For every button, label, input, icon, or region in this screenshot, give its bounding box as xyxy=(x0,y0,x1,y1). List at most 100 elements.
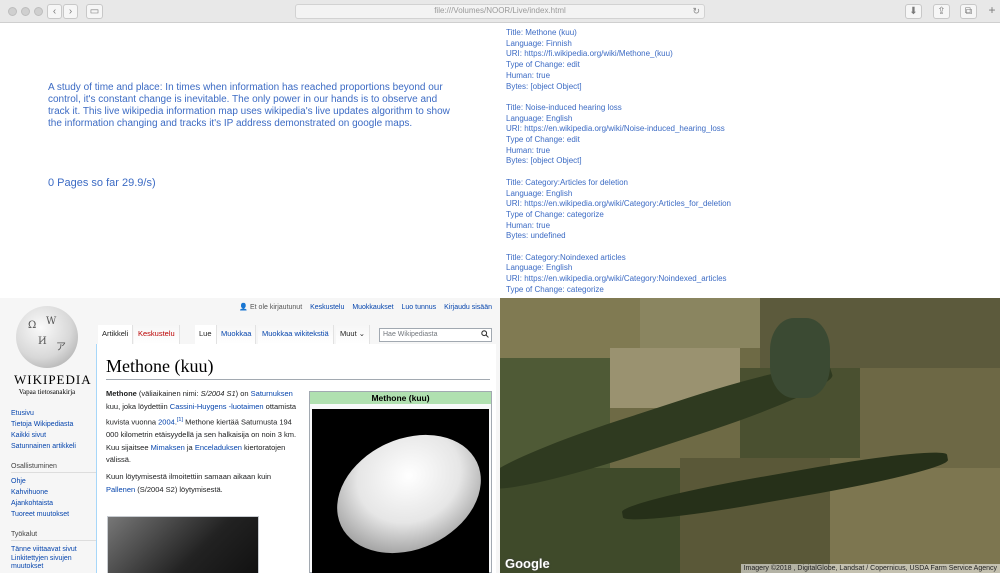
log-language: Language: Finnish xyxy=(506,38,572,48)
sidebar-item-ohje[interactable]: Ohje xyxy=(11,476,99,487)
sidebar-item-kahvihuone[interactable]: Kahvihuone xyxy=(11,487,99,498)
wikipedia-logo[interactable]: ΩWИア Wikipedia Vapaa tietosanakirja xyxy=(14,306,92,396)
download-icon: ⬇ xyxy=(909,6,918,17)
tab-edit-source[interactable]: Muokkaa wikitekstiä xyxy=(258,325,334,344)
log-entry: Title: Noise-induced hearing loss Langua… xyxy=(506,103,996,167)
paragraph: Methone (väliaikainen nimi: S/2004 S1) o… xyxy=(106,389,297,465)
sidebar-item-related-changes[interactable]: Linkitettyjen sivujen muutokset xyxy=(11,555,99,571)
talk-link[interactable]: Keskustelu xyxy=(310,304,344,311)
lake xyxy=(770,318,830,398)
text: (S/2004 S2) löytymisestä. xyxy=(135,485,223,495)
satellite-map[interactable]: Google Imagery ©2018 , DigitalGlobe, Lan… xyxy=(500,298,1000,573)
log-language: Language: English xyxy=(506,263,573,273)
share-button[interactable]: ⇪ xyxy=(933,4,950,19)
wikipedia-frame: 👤 Et ole kirjautunut Keskustelu Muokkauks… xyxy=(0,298,500,573)
sidebar-nav: Etusivu Tietoja Wikipediasta Kaikki sivu… xyxy=(11,408,99,571)
log-title: Title: Category:Noindexed articles xyxy=(506,252,626,262)
tab-article[interactable]: Artikkeli xyxy=(98,325,134,344)
sidebar-item-kaikki-sivut[interactable]: Kaikki sivut xyxy=(11,430,99,441)
log-type: Type of Change: edit xyxy=(506,135,580,145)
zoom-window-button[interactable] xyxy=(34,7,43,16)
downloads-button[interactable]: ⬇ xyxy=(905,4,922,19)
search-input[interactable]: Hae Wikipediasta xyxy=(379,328,492,342)
tabs-overview-button[interactable]: ⧉ xyxy=(960,4,977,19)
link-2004[interactable]: 2004 xyxy=(158,417,175,426)
log-human: Human: true xyxy=(506,220,551,230)
sidebar-item-what-links-here[interactable]: Tänne viittaavat sivut xyxy=(11,544,99,555)
change-log: Title: Methone (kuu) Language: Finnish U… xyxy=(506,28,996,295)
log-entry: Title: Category:Noindexed articles Langu… xyxy=(506,253,996,295)
map-field xyxy=(640,298,760,348)
forward-button[interactable]: › xyxy=(63,4,78,19)
log-language: Language: English xyxy=(506,113,573,123)
logo-tagline: Vapaa tietosanakirja xyxy=(18,388,76,396)
text: Kuun löytymisestä ilmoitettiin samaan ai… xyxy=(106,472,272,482)
tab-edit[interactable]: Muokkaa xyxy=(217,325,257,344)
article-body: Methone (väliaikainen nimi: S/2004 S1) o… xyxy=(106,388,301,501)
page-tabs: Artikkeli Keskustelu Lue Muokkaa Muokkaa… xyxy=(98,325,493,344)
sidebar-item-tietoja[interactable]: Tietoja Wikipediasta xyxy=(11,419,99,430)
sidebar-button[interactable]: ▭ xyxy=(86,4,103,19)
link-enceladus[interactable]: Enceladuksen xyxy=(195,443,242,452)
back-button[interactable]: ‹ xyxy=(47,4,62,19)
logo-wordmark: Wikipedia xyxy=(14,372,92,387)
log-uri: URI: https://fi.wikipedia.org/wiki/Metho… xyxy=(506,49,673,59)
tab-talk[interactable]: Keskustelu xyxy=(134,325,180,344)
tabs-icon: ⧉ xyxy=(964,6,973,17)
sidebar-item-tuoreet-muutokset[interactable]: Tuoreet muutokset xyxy=(11,509,99,520)
link-cassini[interactable]: Cassini-Huygens -luotaimen xyxy=(170,402,264,411)
tab-more[interactable]: Muut ⌄ xyxy=(336,325,371,344)
login-link[interactable]: Kirjaudu sisään xyxy=(444,304,492,311)
create-account-link[interactable]: Luo tunnus xyxy=(402,304,437,311)
log-human: Human: true xyxy=(506,70,551,80)
reload-icon[interactable]: ↻ xyxy=(692,6,700,17)
provisional-name: S/2004 S1 xyxy=(200,389,236,398)
sidebar-item-satunnainen[interactable]: Satunnainen artikkeli xyxy=(11,441,99,452)
text: kuu, joka löydettiin xyxy=(106,401,170,411)
sidebar-heading-participate: Osallistuminen xyxy=(11,461,99,473)
log-uri: URI: https://en.wikipedia.org/wiki/Noise… xyxy=(506,124,725,134)
tab-read[interactable]: Lue xyxy=(195,325,217,344)
moon-graphic xyxy=(317,412,489,573)
text: ) on xyxy=(235,389,251,398)
globe-icon: ΩWИア xyxy=(16,306,78,368)
contributions-link[interactable]: Muokkaukset xyxy=(352,304,393,311)
log-title: Title: Category:Articles for deletion xyxy=(506,177,628,187)
log-entry: Title: Category:Articles for deletion La… xyxy=(506,178,996,242)
text: (väliaikainen nimi: xyxy=(136,389,201,398)
sidebar-heading-tools: Työkalut xyxy=(11,529,99,541)
link-mimas[interactable]: Mimaksen xyxy=(151,443,185,452)
log-uri: URI: https://en.wikipedia.org/wiki/Categ… xyxy=(506,274,727,284)
sidebar-item-ajankohtaista[interactable]: Ajankohtaista xyxy=(11,498,99,509)
log-type: Type of Change: edit xyxy=(506,60,580,70)
log-bytes: Bytes: undefined xyxy=(506,231,566,241)
methone-image[interactable] xyxy=(312,409,489,573)
address-text: file:///Volumes/NOOR/Live/index.html xyxy=(434,6,566,15)
anon-label: Et ole kirjautunut xyxy=(250,304,303,311)
link-pallene[interactable]: Pallenen xyxy=(106,485,135,494)
minimize-window-button[interactable] xyxy=(21,7,30,16)
address-bar[interactable]: file:///Volumes/NOOR/Live/index.html ↻ xyxy=(295,4,705,19)
log-human: Human: true xyxy=(506,145,551,155)
page-counter: 0 Pages so far 29.9/s) xyxy=(48,177,156,189)
search-icon[interactable] xyxy=(481,330,489,338)
log-bytes: Bytes: [object Object] xyxy=(506,81,582,91)
log-type: Type of Change: categorize xyxy=(506,284,604,294)
sidebar-icon: ▭ xyxy=(89,6,100,17)
google-logo: Google xyxy=(505,556,550,571)
article-content: Methone (kuu) Methone (väliaikainen nimi… xyxy=(96,344,496,573)
log-title: Title: Noise-induced hearing loss xyxy=(506,102,622,112)
link-saturnus[interactable]: Saturnuksen xyxy=(251,389,293,398)
more-label: Muut xyxy=(340,329,357,338)
thumbnail-image[interactable] xyxy=(107,516,259,573)
new-tab-button[interactable]: + xyxy=(985,4,999,19)
chevron-down-icon: ⌄ xyxy=(358,329,366,338)
close-window-button[interactable] xyxy=(8,7,17,16)
chevron-left-icon: ‹ xyxy=(52,6,57,17)
title-divider xyxy=(106,379,490,380)
sidebar-item-etusivu[interactable]: Etusivu xyxy=(11,408,99,419)
plus-icon: + xyxy=(988,3,996,17)
infobox-title: Methone (kuu) xyxy=(310,392,491,404)
intro-text: A study of time and place: In times when… xyxy=(48,82,450,129)
paragraph: Kuun löytymisestä ilmoitettiin samaan ai… xyxy=(106,471,301,497)
